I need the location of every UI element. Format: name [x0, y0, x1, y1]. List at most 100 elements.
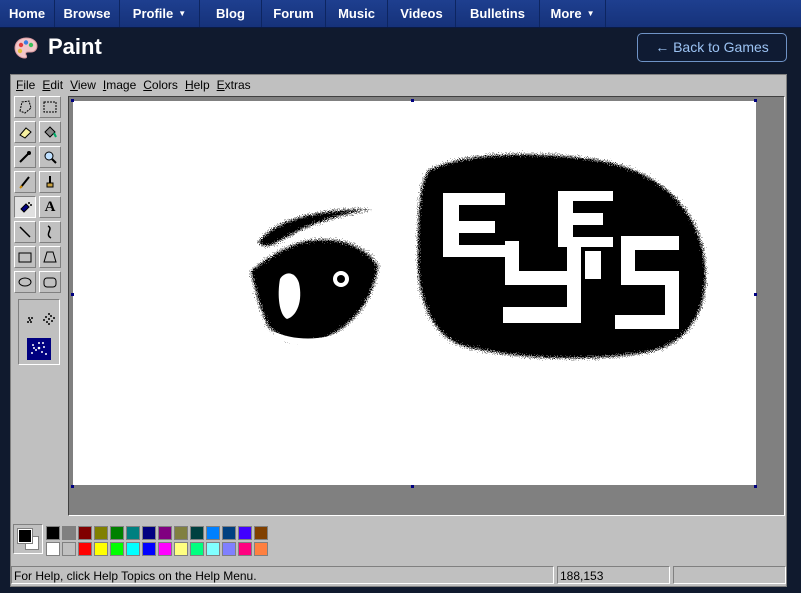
palette-swatch[interactable] — [254, 542, 268, 556]
palette-swatch[interactable] — [94, 526, 108, 540]
canvas-drawing — [251, 154, 706, 359]
menu-file[interactable]: File — [16, 75, 35, 95]
eye-drawing — [251, 209, 378, 342]
palette-swatch[interactable] — [222, 526, 236, 540]
nav-item-profile[interactable]: Profile ▼ — [120, 0, 200, 27]
foreground-color-swatch — [17, 528, 33, 544]
text-icon[interactable]: A — [39, 196, 61, 218]
resize-handle[interactable] — [754, 485, 757, 488]
palette-swatch[interactable] — [110, 542, 124, 556]
palette-swatch[interactable] — [238, 542, 252, 556]
current-colors[interactable] — [13, 524, 43, 554]
nav-item-label: Bulletins — [470, 6, 525, 21]
nav-item-label: Home — [8, 6, 46, 21]
menu-extras[interactable]: Extras — [217, 75, 251, 95]
canvas-scroll-area — [68, 96, 785, 516]
palette-swatch[interactable] — [174, 542, 188, 556]
nav-item-forum[interactable]: Forum — [262, 0, 326, 27]
rounded-rect-icon[interactable] — [39, 271, 61, 293]
menu-edit[interactable]: Edit — [42, 75, 63, 95]
nav-item-label: Forum — [273, 6, 314, 21]
palette-swatch[interactable] — [110, 526, 124, 540]
palette-swatch[interactable] — [158, 526, 172, 540]
airbrush-medium-option[interactable] — [43, 313, 55, 325]
nav-item-label: More — [550, 6, 582, 21]
palette-swatch[interactable] — [254, 526, 268, 540]
palette-swatch[interactable] — [126, 526, 140, 540]
resize-handle[interactable] — [71, 99, 74, 102]
menu-image[interactable]: Image — [103, 75, 136, 95]
palette-swatch[interactable] — [78, 526, 92, 540]
color-picker-icon[interactable] — [14, 146, 36, 168]
nav-item-home[interactable]: Home — [0, 0, 55, 27]
caret-down-icon: ▼ — [178, 9, 187, 18]
palette-swatch[interactable] — [46, 526, 60, 540]
resize-handle[interactable] — [71, 293, 74, 296]
nav-item-bulletins[interactable]: Bulletins — [456, 0, 540, 27]
drawing-canvas[interactable] — [73, 101, 756, 485]
palette-swatch[interactable] — [62, 542, 76, 556]
caret-down-icon: ▼ — [586, 9, 595, 18]
nav-item-label: Profile — [132, 6, 174, 21]
line-icon[interactable] — [14, 221, 36, 243]
eraser-icon[interactable] — [14, 121, 36, 143]
pencil-icon[interactable] — [14, 171, 36, 193]
menu-help[interactable]: Help — [185, 75, 210, 95]
curve-icon[interactable] — [39, 221, 61, 243]
back-to-games-button[interactable]: ← Back to Games — [637, 33, 787, 62]
status-bar: For Help, click Help Topics on the Help … — [11, 564, 786, 586]
palette-swatch[interactable] — [206, 542, 220, 556]
palette-icon — [14, 37, 38, 59]
rect-select-icon[interactable] — [39, 96, 61, 118]
airbrush-size-options — [18, 299, 60, 365]
resize-handle[interactable] — [71, 485, 74, 488]
palette-swatch[interactable] — [46, 542, 60, 556]
palette-swatch[interactable] — [158, 542, 172, 556]
eyes-text-drawing — [418, 154, 706, 359]
magnifier-icon[interactable] — [39, 146, 61, 168]
nav-item-music[interactable]: Music — [326, 0, 388, 27]
nav-item-more[interactable]: More ▼ — [540, 0, 606, 27]
rectangle-icon[interactable] — [14, 246, 36, 268]
palette-swatch[interactable] — [190, 542, 204, 556]
palette-swatch[interactable] — [78, 542, 92, 556]
palette-swatch[interactable] — [238, 526, 252, 540]
menu-view[interactable]: View — [70, 75, 96, 95]
palette-swatch[interactable] — [174, 526, 188, 540]
free-select-icon[interactable] — [14, 96, 36, 118]
resize-handle[interactable] — [411, 485, 414, 488]
color-box — [11, 522, 786, 562]
polygon-icon[interactable] — [39, 246, 61, 268]
palette-swatch[interactable] — [126, 542, 140, 556]
paint-window: File Edit View Image Colors Help Extras A — [10, 74, 787, 587]
palette-swatch[interactable] — [94, 542, 108, 556]
nav-item-label: Music — [338, 6, 375, 21]
page-title: Paint — [48, 34, 102, 59]
nav-item-browse[interactable]: Browse — [55, 0, 120, 27]
palette-swatch[interactable] — [142, 542, 156, 556]
resize-handle[interactable] — [411, 99, 414, 102]
nav-item-label: Blog — [216, 6, 245, 21]
nav-item-label: Browse — [63, 6, 111, 21]
palette-swatch[interactable] — [142, 526, 156, 540]
palette-swatch[interactable] — [62, 526, 76, 540]
nav-item-label: Videos — [400, 6, 443, 21]
resize-handle[interactable] — [754, 99, 757, 102]
brush-icon[interactable] — [39, 171, 61, 193]
airbrush-icon[interactable] — [14, 196, 36, 218]
menu-bar: File Edit View Image Colors Help Extras — [11, 75, 786, 95]
fill-bucket-icon[interactable] — [39, 121, 61, 143]
status-coordinates: 188,153 — [557, 566, 670, 584]
status-extra — [673, 566, 786, 584]
status-help-text: For Help, click Help Topics on the Help … — [11, 566, 554, 584]
palette-swatch[interactable] — [222, 542, 236, 556]
menu-colors[interactable]: Colors — [143, 75, 178, 95]
nav-item-blog[interactable]: Blog — [200, 0, 262, 27]
top-nav: Home Browse Profile ▼ Blog Forum Music Videos Bu… — [0, 0, 801, 28]
airbrush-small-option[interactable] — [27, 317, 33, 323]
palette-swatch[interactable] — [190, 526, 204, 540]
ellipse-icon[interactable] — [14, 271, 36, 293]
palette-swatch[interactable] — [206, 526, 220, 540]
nav-item-videos[interactable]: Videos — [388, 0, 456, 27]
resize-handle[interactable] — [754, 293, 757, 296]
